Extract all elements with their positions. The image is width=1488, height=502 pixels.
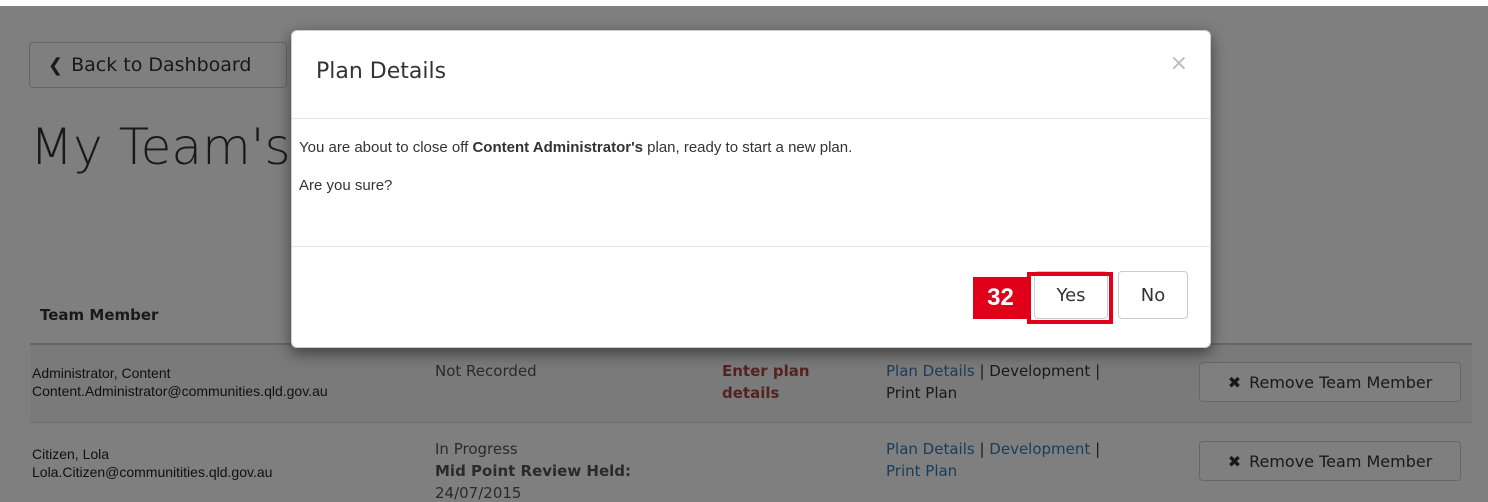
modal-message: You are about to close off Content Admin… (299, 139, 959, 157)
message-suffix: plan, ready to start a new plan. (642, 139, 853, 156)
message-bold: Content Administrator's (472, 139, 643, 156)
modal-title: Plan Details (316, 59, 447, 84)
modal-body: You are about to close off Content Admin… (292, 119, 1210, 247)
close-icon[interactable]: × (1170, 53, 1188, 75)
modal-header: Plan Details × (292, 31, 1210, 119)
confirm-question: Are you sure? (299, 177, 393, 194)
top-strip (0, 0, 1488, 6)
step-number-badge: 32 (973, 277, 1028, 319)
message-prefix: You are about to close off (299, 139, 473, 156)
no-button[interactable]: No (1118, 271, 1188, 319)
highlight-box (1027, 272, 1113, 324)
